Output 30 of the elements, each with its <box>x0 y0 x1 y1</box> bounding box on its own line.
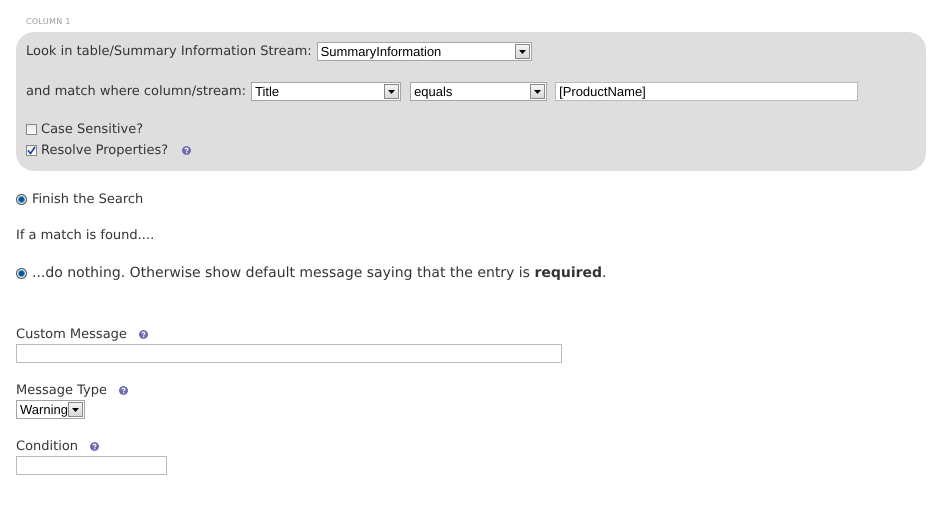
help-icon[interactable] <box>138 330 148 338</box>
caret-icon <box>530 84 546 99</box>
dropdown[interactable]: Title <box>251 82 402 101</box>
field-label: Condition <box>16 438 78 454</box>
match-label: and match where column/stream: <box>26 84 246 99</box>
help-icon[interactable] <box>118 386 128 394</box>
dropdown[interactable]: SummaryInformation <box>316 42 532 61</box>
column-heading: COLUMN 1 <box>26 17 72 26</box>
dropdown[interactable]: Warning <box>16 400 85 419</box>
checkbox[interactable] <box>26 145 37 156</box>
caret-icon <box>384 84 400 99</box>
caret-icon <box>514 44 530 59</box>
caret-icon <box>68 402 83 417</box>
help-icon[interactable] <box>90 442 100 450</box>
text-field[interactable] <box>16 456 167 475</box>
dropdown[interactable]: equals <box>410 82 548 101</box>
help-icon[interactable] <box>182 146 192 155</box>
radio-label: ...do nothing. Otherwise show default message saying that the entry is required. <box>32 265 606 281</box>
match-value-field[interactable]: [ProductName] <box>555 82 858 101</box>
field-label: Custom Message <box>16 326 127 342</box>
checkbox[interactable] <box>26 124 37 135</box>
radio-label: Finish the Search <box>32 192 144 207</box>
radio-button[interactable] <box>16 268 27 278</box>
checkbox-label: Resolve Properties? <box>41 143 168 158</box>
checkbox-label: Case Sensitive? <box>41 122 144 137</box>
radio-button[interactable] <box>16 194 27 205</box>
lookup-label: Look in table/Summary Information Stream: <box>26 44 312 59</box>
text-field[interactable] <box>16 344 562 363</box>
field-label: Message Type <box>16 382 107 398</box>
match-heading: If a match is found.... <box>16 228 156 243</box>
